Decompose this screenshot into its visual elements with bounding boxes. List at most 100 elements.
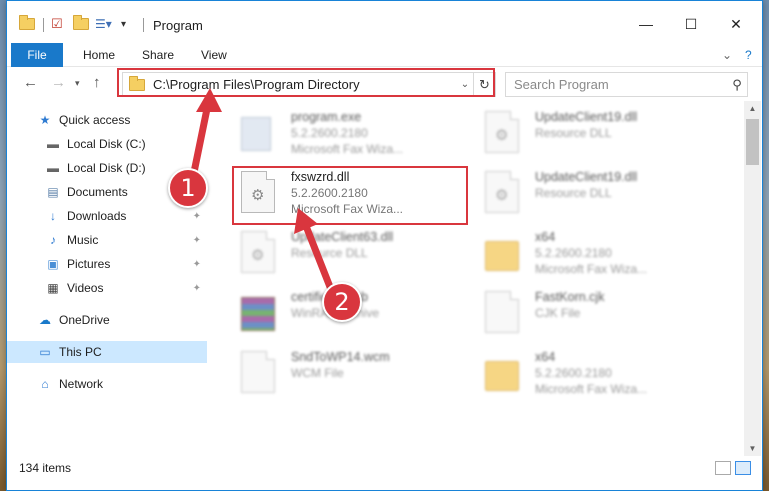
scroll-down-icon[interactable]: ▼ (744, 444, 761, 453)
search-placeholder: Search Program (514, 77, 609, 92)
expand-ribbon-icon[interactable]: ⌄ (722, 48, 732, 62)
drive-icon: ▬ (47, 161, 59, 175)
toolbar-separator (43, 18, 44, 32)
tab-view[interactable]: View (201, 48, 227, 62)
file-name: program.exe (291, 110, 362, 124)
star-icon: ★ (39, 113, 51, 127)
nav-item-quick-access[interactable]: ★ Quick access (7, 109, 207, 131)
nav-label: This PC (59, 345, 102, 359)
window-title: Program (153, 18, 203, 33)
help-icon[interactable]: ? (745, 48, 752, 62)
nav-label: Pictures (67, 257, 111, 271)
vertical-scrollbar[interactable]: ▲ ▼ (744, 101, 761, 456)
file-meta: WCM File (291, 366, 344, 380)
music-icon: ♪ (50, 233, 56, 247)
nav-item-this-pc[interactable]: ▭ This PC (7, 341, 207, 363)
pin-icon[interactable]: ✦ (193, 211, 201, 222)
file-item[interactable]: ⚙ UpdateClient19.dll Resource DLL (485, 107, 725, 165)
pc-icon: ▭ (39, 345, 51, 359)
file-name: x64 (535, 350, 556, 364)
file-meta: Resource DLL (291, 246, 368, 260)
file-meta: 5.2.2600.2180 (291, 126, 368, 140)
recent-locations-chevron-icon[interactable]: ▾ (75, 78, 80, 89)
downloads-icon: ↓ (50, 209, 56, 223)
scrollbar-thumb[interactable] (746, 119, 759, 165)
file-item[interactable]: x64 5.2.2600.2180 Microsoft Fax Wiza... (485, 227, 725, 285)
search-input[interactable]: Search Program ⚲ (505, 72, 748, 97)
file-name: UpdateClient19.dll (535, 170, 638, 184)
status-bar: 134 items (7, 456, 762, 479)
chevron-down-icon[interactable]: ▾ (121, 15, 126, 33)
maximize-button[interactable]: ☐ (680, 13, 702, 35)
forward-arrow-icon[interactable]: → (51, 74, 66, 91)
file-item[interactable]: SndToWP14.wcm WCM File (241, 347, 481, 405)
search-icon[interactable]: ⚲ (727, 77, 747, 93)
file-item[interactable]: program.exe 5.2.2600.2180 Microsoft Fax … (241, 107, 481, 165)
nav-item-music[interactable]: ♪ Music ✦ (7, 229, 207, 251)
pictures-icon: ▣ (47, 257, 59, 271)
file-name: UpdateClient63.dll (291, 230, 394, 244)
nav-item-network[interactable]: ⌂ Network (7, 373, 207, 395)
title-separator (143, 18, 144, 32)
title-bar: ☑ ☰▾ ▾ Program — ☐ ✕ (7, 1, 762, 39)
properties-icon[interactable]: ☑ (51, 15, 63, 33)
nav-label: OneDrive (59, 313, 110, 327)
nav-item-pictures[interactable]: ▣ Pictures ✦ (7, 253, 207, 275)
nav-item-downloads[interactable]: ↓ Downloads ✦ (7, 205, 207, 227)
file-meta: Microsoft Fax Wiza... (291, 142, 404, 156)
file-item[interactable]: FastKorn.cjk CJK File (485, 287, 725, 345)
details-view-icon[interactable] (715, 461, 731, 475)
folder-icon (485, 361, 519, 391)
file-meta: Resource DLL (535, 186, 612, 200)
nav-label: Network (59, 377, 104, 391)
nav-item-onedrive[interactable]: ☁ OneDrive (7, 309, 207, 331)
generic-file-icon (241, 351, 275, 393)
customize-toolbar-icon[interactable]: ☰▾ (95, 15, 112, 33)
quick-access-folder-icon[interactable] (19, 15, 35, 33)
large-icons-view-icon[interactable] (735, 461, 751, 475)
close-button[interactable]: ✕ (725, 13, 747, 35)
file-name: FastKorn.cjk (535, 290, 605, 304)
file-meta: Microsoft Fax Wiza... (535, 382, 648, 396)
file-highlight (232, 166, 468, 225)
exe-file-icon (241, 117, 271, 151)
pin-icon[interactable]: ✦ (193, 259, 201, 270)
item-count: 134 items (19, 461, 72, 475)
documents-icon: ▤ (47, 185, 59, 199)
nav-label: Quick access (59, 113, 131, 127)
generic-file-icon (485, 291, 519, 333)
nav-label: Local Disk (C:) (67, 137, 146, 151)
scroll-up-icon[interactable]: ▲ (744, 104, 761, 113)
step-2-badge: 2 (322, 282, 362, 322)
videos-icon: ▦ (47, 281, 59, 295)
nav-item-videos[interactable]: ▦ Videos ✦ (7, 277, 207, 299)
tab-share[interactable]: Share (142, 48, 174, 62)
dll-file-icon: ⚙ (485, 111, 519, 153)
folder-icon (485, 241, 519, 271)
tab-file[interactable]: File (11, 43, 63, 67)
ribbon-tabs: File Home Share View ⌄ ? (7, 39, 762, 67)
dll-file-icon: ⚙ (241, 231, 275, 273)
nav-item-local-disk-c[interactable]: ▬ Local Disk (C:) (7, 133, 207, 155)
up-arrow-icon[interactable]: ↑ (93, 74, 101, 91)
pin-icon[interactable]: ✦ (193, 283, 201, 294)
network-icon: ⌂ (41, 377, 49, 391)
nav-label: Documents (67, 185, 128, 199)
file-name: SndToWP14.wcm (291, 350, 390, 364)
file-meta: Resource DLL (535, 126, 612, 140)
file-item[interactable]: ⚙ UpdateClient63.dll Resource DLL (241, 227, 481, 285)
pin-icon[interactable]: ✦ (193, 235, 201, 246)
file-item[interactable]: x64 5.2.2600.2180 Microsoft Fax Wiza... (485, 347, 725, 405)
drive-icon: ▬ (47, 137, 59, 151)
file-list: program.exe 5.2.2600.2180 Microsoft Fax … (207, 101, 743, 456)
back-arrow-icon[interactable]: ← (23, 74, 38, 91)
nav-label: Local Disk (D:) (67, 161, 146, 175)
nav-label: Videos (67, 281, 104, 295)
nav-label: Downloads (67, 209, 127, 223)
file-meta: Microsoft Fax Wiza... (535, 262, 648, 276)
file-item[interactable]: ⚙ UpdateClient19.dll Resource DLL (485, 167, 725, 225)
file-name: x64 (535, 230, 556, 244)
new-folder-icon[interactable] (73, 15, 89, 33)
tab-home[interactable]: Home (83, 48, 115, 62)
minimize-button[interactable]: — (635, 13, 657, 35)
